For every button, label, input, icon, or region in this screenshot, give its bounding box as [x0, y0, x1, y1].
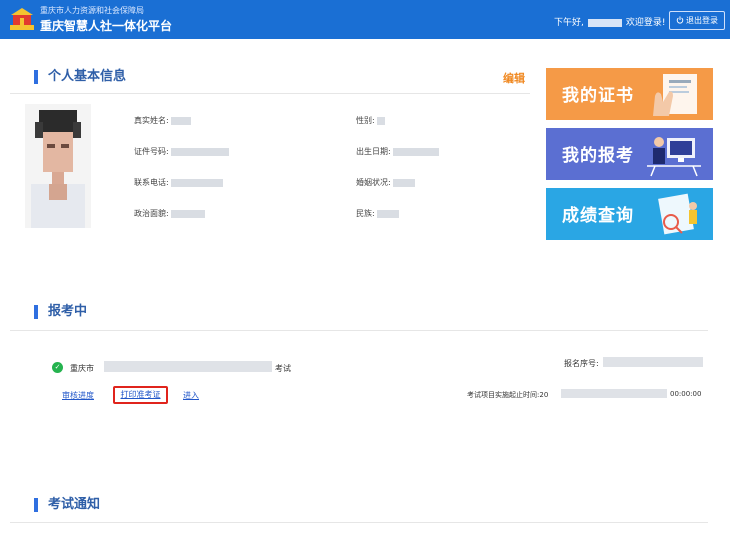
username-redacted [587, 18, 622, 27]
card-label: 成绩查询 [562, 206, 634, 226]
field-phone: 联系电话: [134, 177, 223, 188]
field-label: 婚姻状况: [356, 178, 391, 187]
period-start-prefix: 20 [539, 391, 549, 399]
redacted-value [376, 209, 399, 218]
field-label: 真实姓名: [134, 116, 169, 125]
field-label: 民族: [356, 209, 375, 218]
greeting-suffix: 欢迎登录! [625, 18, 666, 28]
exam-city: 重庆市 [70, 364, 94, 373]
exam-suffix: 考试 [275, 364, 291, 373]
field-label: 性别: [356, 116, 375, 125]
my-registrations-card[interactable]: 我的报考 [546, 128, 713, 180]
power-icon [676, 16, 684, 24]
period-label: 考试项目实施起止时间: [467, 391, 540, 399]
card-label: 我的证书 [562, 86, 634, 106]
field-label: 政治面貌: [134, 209, 169, 218]
logo-icon [10, 8, 34, 30]
org-name: 重庆市人力资源和社会保障局 [40, 6, 144, 15]
print-admission-ticket-link[interactable]: 打印准考证 [113, 386, 168, 404]
redacted-value [392, 147, 439, 156]
exam-period: 考试项目实施起止时间:20 [467, 390, 548, 400]
logout-button[interactable]: 退出登录 [669, 11, 725, 30]
field-id-number: 证件号码: [134, 146, 229, 157]
divider [10, 522, 708, 523]
search-results-icon [658, 193, 697, 235]
edit-link[interactable]: 编辑 [503, 70, 525, 86]
logout-label: 退出登录 [686, 16, 718, 25]
score-query-card[interactable]: 成绩查询 [546, 188, 713, 240]
redacted-value [170, 178, 223, 187]
redacted-value [170, 147, 229, 156]
exam-name-redacted [104, 361, 272, 372]
avatar [25, 104, 91, 228]
greeting-prefix: 下午好, [554, 18, 584, 28]
reg-number-label: 报名序号: [564, 359, 599, 368]
field-label: 证件号码: [134, 147, 169, 156]
profile-section-title: 个人基本信息 [34, 70, 126, 84]
review-progress-link[interactable]: 审核进度 [62, 390, 94, 401]
exam-notice-section-title: 考试通知 [34, 498, 100, 512]
field-ethnicity: 民族: [356, 208, 399, 219]
status-dot-icon: ✓ [52, 362, 63, 373]
platform-name: 重庆智慧人社一体化平台 [40, 19, 173, 33]
divider [10, 93, 530, 94]
greeting: 下午好, 欢迎登录! [554, 15, 665, 28]
field-political-status: 政治面貌: [134, 208, 205, 219]
field-real-name: 真实姓名: [134, 115, 191, 126]
card-label: 我的报考 [562, 146, 634, 166]
redacted-value [376, 116, 385, 125]
field-label: 联系电话: [134, 178, 169, 187]
period-end-time: 00:00:00 [670, 390, 702, 398]
redacted-value [392, 178, 415, 187]
reg-number-redacted [603, 357, 703, 367]
redacted-value [170, 209, 205, 218]
field-gender: 性别: [356, 115, 385, 126]
period-redacted [561, 389, 667, 398]
field-marital-status: 婚姻状况: [356, 177, 415, 188]
field-label: 出生日期: [356, 147, 391, 156]
computer-user-icon [647, 137, 701, 177]
registration-section-title: 报考中 [34, 305, 87, 319]
divider [10, 330, 708, 331]
my-certificates-card[interactable]: 我的证书 [546, 68, 713, 120]
certificate-icon [653, 74, 697, 116]
top-bar: 重庆市人力资源和社会保障局 重庆智慧人社一体化平台 下午好, 欢迎登录! 退出登录 [0, 0, 730, 39]
field-birth-date: 出生日期: [356, 146, 439, 157]
enter-link[interactable]: 进入 [183, 390, 199, 401]
redacted-value [170, 116, 191, 125]
